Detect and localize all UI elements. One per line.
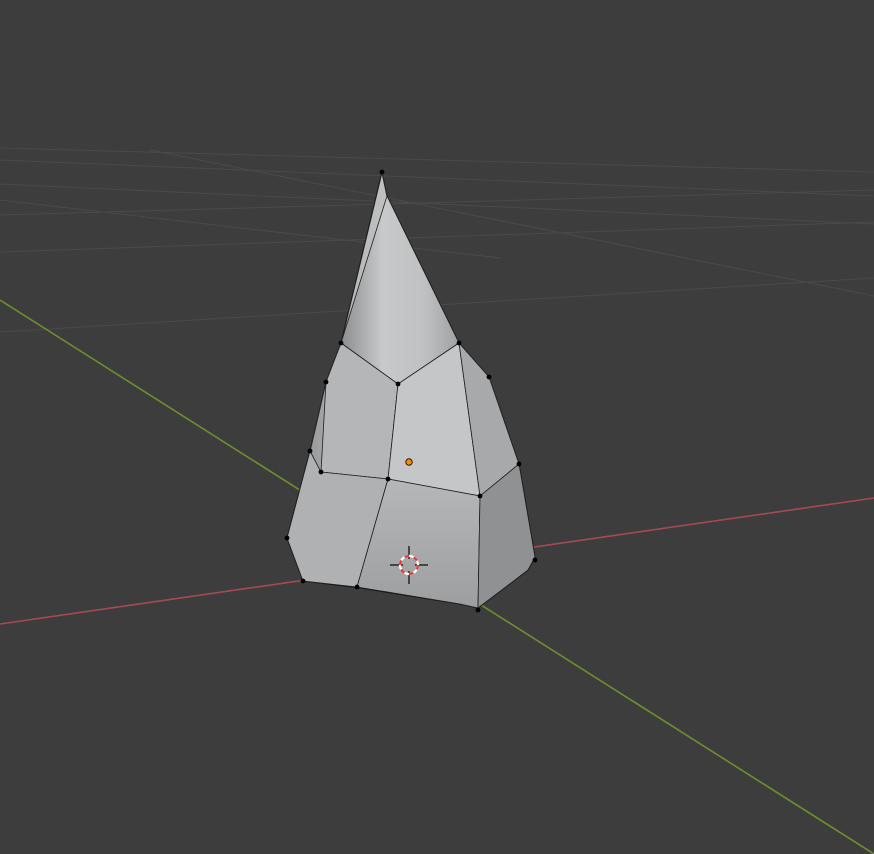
vertex[interactable] <box>516 461 522 467</box>
vertex[interactable] <box>385 476 391 482</box>
grid-line <box>0 183 874 225</box>
mesh-object[interactable] <box>284 169 538 613</box>
vertex[interactable] <box>300 578 306 584</box>
grid-line <box>0 159 874 197</box>
vertex[interactable] <box>395 381 401 387</box>
vertex[interactable] <box>338 340 344 346</box>
vertex[interactable] <box>379 169 385 175</box>
vertex[interactable] <box>475 607 481 613</box>
3d-viewport[interactable] <box>0 0 874 854</box>
vertex[interactable] <box>354 584 360 590</box>
vertex[interactable] <box>532 557 538 563</box>
grid-line <box>0 147 874 173</box>
vertex[interactable] <box>486 374 492 380</box>
vertex[interactable] <box>318 469 324 475</box>
vertex[interactable] <box>284 535 290 541</box>
grid-line <box>0 221 874 253</box>
vertex[interactable] <box>477 493 483 499</box>
vertex[interactable] <box>307 448 313 454</box>
viewport-canvas[interactable] <box>0 0 874 854</box>
object-origin-icon <box>405 458 413 466</box>
vertex[interactable] <box>323 379 329 385</box>
grid-line <box>0 189 874 216</box>
vertex[interactable] <box>456 340 462 346</box>
grid-line <box>149 149 874 297</box>
